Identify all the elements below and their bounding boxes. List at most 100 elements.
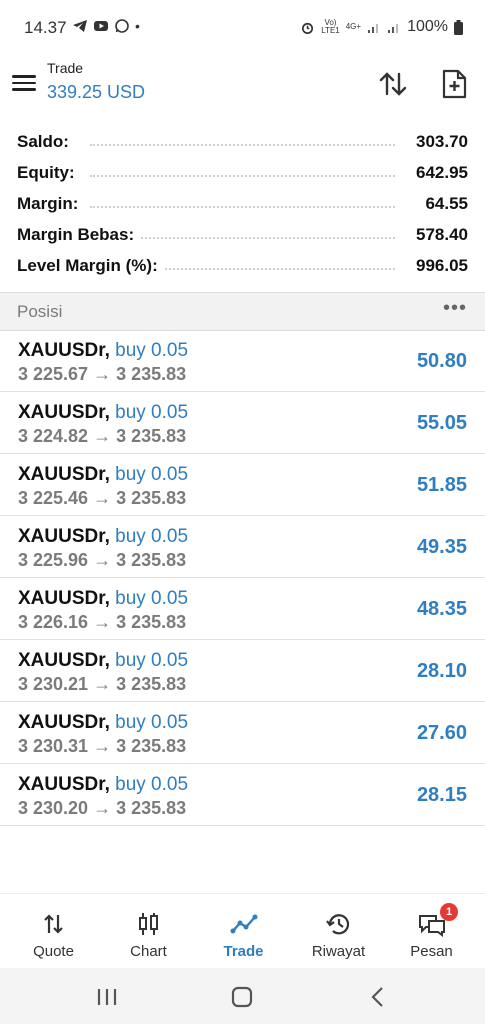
position-profit: 27.60 <box>416 722 467 744</box>
home-button[interactable] <box>227 982 257 1012</box>
position-prices: 3 225.67 → 3 235.83 <box>18 364 187 384</box>
nav-label: Trade <box>223 943 264 960</box>
menu-button[interactable] <box>12 72 36 92</box>
nav-chart[interactable]: Chart <box>100 894 197 969</box>
alarm-icon <box>302 22 314 34</box>
nav-history[interactable]: Riwayat <box>290 894 387 969</box>
account-value: 64.55 <box>419 194 468 214</box>
home-icon <box>231 986 253 1008</box>
battery-percent: 100% <box>407 18 448 35</box>
nav-label: Chart <box>130 943 167 960</box>
position-side: buy 0.05 <box>115 526 189 547</box>
nav-trade[interactable]: Trade <box>195 894 292 969</box>
new-order-button[interactable] <box>438 68 470 100</box>
nav-messages[interactable]: 1 Pesan <box>383 894 480 969</box>
positions-list: XAUUSDr, buy 0.05 3 225.67 → 3 235.83 50… <box>0 330 485 826</box>
nav-label: Pesan <box>410 943 453 960</box>
account-label: Equity: <box>17 163 81 183</box>
position-profit: 51.85 <box>416 474 467 496</box>
position-symbol: XAUUSDr, <box>18 774 110 795</box>
page-title: Trade <box>47 60 84 76</box>
nav-label: Quote <box>33 943 74 960</box>
account-label: Level Margin (%): <box>17 256 164 276</box>
nav-quote[interactable]: Quote <box>5 894 102 969</box>
notification-icons: • <box>72 18 140 34</box>
account-value: 642.95 <box>410 163 468 183</box>
position-profit: 50.80 <box>416 350 467 372</box>
position-profit: 48.35 <box>416 598 467 620</box>
status-right: Vo) LTE1 4G+ 100% <box>300 18 463 36</box>
candlestick-icon <box>139 913 158 935</box>
recent-apps-icon <box>97 989 117 1005</box>
position-symbol: XAUUSDr, <box>18 526 110 547</box>
position-symbol: XAUUSDr, <box>18 464 110 485</box>
position-prices: 3 230.20 → 3 235.83 <box>18 798 187 818</box>
position-prices: 3 230.21 → 3 235.83 <box>18 674 187 694</box>
new-document-icon <box>442 69 467 99</box>
position-row[interactable]: XAUUSDr, buy 0.05 3 225.46 → 3 235.83 51… <box>0 454 485 516</box>
dot-icon: • <box>135 18 140 34</box>
telegram-icon <box>73 20 87 32</box>
quote-arrows-icon <box>44 914 63 934</box>
position-profit: 28.15 <box>416 784 467 806</box>
history-icon <box>326 914 350 935</box>
account-summary: Saldo: 303.70 Equity: 642.95 Margin: 64.… <box>0 126 485 281</box>
position-side: buy 0.05 <box>115 650 189 671</box>
account-row-margin-level: Level Margin (%): 996.05 <box>0 250 485 281</box>
signal-icon-2 <box>388 24 399 33</box>
battery-icon <box>454 19 463 35</box>
position-prices: 3 225.46 → 3 235.83 <box>18 488 187 508</box>
position-side: buy 0.05 <box>115 402 189 423</box>
position-symbol: XAUUSDr, <box>18 340 110 361</box>
account-value: 996.05 <box>410 256 468 276</box>
position-row[interactable]: XAUUSDr, buy 0.05 3 230.31 → 3 235.83 27… <box>0 702 485 764</box>
position-prices: 3 224.82 → 3 235.83 <box>18 426 187 446</box>
more-options-icon[interactable]: ••• <box>443 297 467 320</box>
account-row-margin: Margin: 64.55 <box>0 188 485 219</box>
whatsapp-icon <box>115 19 129 33</box>
position-row[interactable]: XAUUSDr, buy 0.05 3 225.96 → 3 235.83 49… <box>0 516 485 578</box>
position-row[interactable]: XAUUSDr, buy 0.05 3 225.67 → 3 235.83 50… <box>0 330 485 392</box>
position-row[interactable]: XAUUSDr, buy 0.05 3 224.82 → 3 235.83 55… <box>0 392 485 454</box>
status-time: 14.37 <box>24 18 67 37</box>
app-header: Trade 339.25 USD <box>0 58 485 114</box>
position-prices: 3 230.31 → 3 235.83 <box>18 736 187 756</box>
account-label: Margin Bebas: <box>17 225 141 245</box>
position-side: buy 0.05 <box>115 774 189 795</box>
bottom-nav: Quote Chart Trade Riwayat 1 Pesan <box>0 893 485 969</box>
position-prices: 3 226.16 → 3 235.83 <box>18 612 187 632</box>
position-row[interactable]: XAUUSDr, buy 0.05 3 230.20 → 3 235.83 28… <box>0 764 485 826</box>
net-type-indicator: 4G+ <box>345 22 362 31</box>
position-profit: 49.35 <box>416 536 467 558</box>
back-button[interactable] <box>363 982 393 1012</box>
account-row-free-margin: Margin Bebas: 578.40 <box>0 219 485 250</box>
youtube-icon <box>94 21 108 31</box>
sort-arrows-icon <box>379 72 407 96</box>
account-balance: 339.25 USD <box>47 82 146 102</box>
position-side: buy 0.05 <box>115 588 189 609</box>
position-row[interactable]: XAUUSDr, buy 0.05 3 230.21 → 3 235.83 28… <box>0 640 485 702</box>
position-side: buy 0.05 <box>115 464 189 485</box>
recent-apps-button[interactable] <box>92 982 122 1012</box>
status-bar: 14.37 • Vo) LTE1 4G+ 100% <box>0 0 485 58</box>
position-symbol: XAUUSDr, <box>18 712 110 733</box>
hamburger-icon <box>12 75 36 78</box>
signal-icon <box>368 24 379 33</box>
position-symbol: XAUUSDr, <box>18 650 110 671</box>
position-row[interactable]: XAUUSDr, buy 0.05 3 226.16 → 3 235.83 48… <box>0 578 485 640</box>
position-side: buy 0.05 <box>115 340 189 361</box>
notification-badge: 1 <box>440 903 458 921</box>
volte-indicator: Vo) LTE1 <box>321 18 340 35</box>
account-row-saldo: Saldo: 303.70 <box>0 126 485 157</box>
position-profit: 55.05 <box>416 412 467 434</box>
position-side: buy 0.05 <box>115 712 189 733</box>
trade-line-icon <box>230 914 258 934</box>
position-prices: 3 225.96 → 3 235.83 <box>18 550 187 570</box>
position-symbol: XAUUSDr, <box>18 588 110 609</box>
back-icon <box>371 987 383 1007</box>
account-label: Margin: <box>17 194 85 214</box>
system-nav-bar <box>0 968 485 1024</box>
account-row-equity: Equity: 642.95 <box>0 157 485 188</box>
sort-button[interactable] <box>377 68 409 100</box>
account-value: 303.70 <box>410 132 468 152</box>
